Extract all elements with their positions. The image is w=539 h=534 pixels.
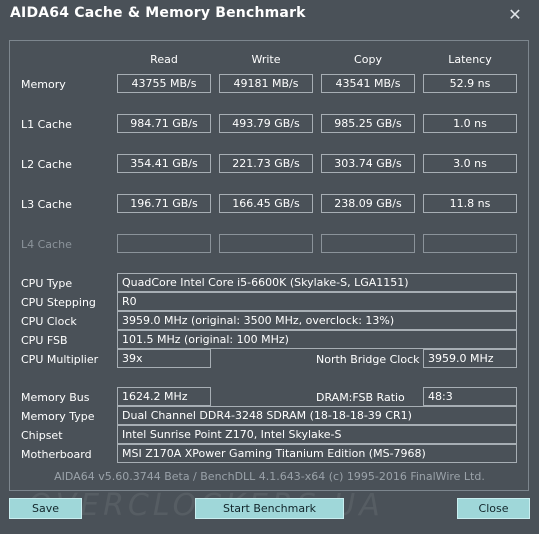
memory-type-label: Memory Type	[21, 410, 95, 423]
column-header-read: Read	[150, 53, 178, 66]
column-header-latency: Latency	[448, 53, 492, 66]
l2-latency-value: 3.0 ns	[423, 154, 517, 173]
l2-copy-value: 303.74 GB/s	[321, 154, 415, 173]
l4-copy-value	[321, 234, 415, 253]
close-icon[interactable]: ✕	[504, 4, 526, 26]
memory-copy-value: 43541 MB/s	[321, 74, 415, 93]
chipset-label: Chipset	[21, 429, 63, 442]
row-label-l3-cache: L3 Cache	[21, 198, 72, 211]
save-button[interactable]: Save	[9, 498, 82, 519]
l1-latency-value: 1.0 ns	[423, 114, 517, 133]
cpu-type-value: QuadCore Intel Core i5-6600K (Skylake-S,…	[117, 273, 517, 292]
cpu-clock-value: 3959.0 MHz (original: 3500 MHz, overcloc…	[117, 311, 517, 330]
memory-write-value: 49181 MB/s	[219, 74, 313, 93]
north-bridge-clock-label: North Bridge Clock	[316, 353, 420, 366]
start-benchmark-button[interactable]: Start Benchmark	[195, 498, 344, 519]
l2-read-value: 354.41 GB/s	[117, 154, 211, 173]
cpu-clock-label: CPU Clock	[21, 315, 77, 328]
memory-bus-label: Memory Bus	[21, 391, 90, 404]
dram-fsb-ratio-label: DRAM:FSB Ratio	[316, 391, 405, 404]
l3-copy-value: 238.09 GB/s	[321, 194, 415, 213]
memory-read-value: 43755 MB/s	[117, 74, 211, 93]
window-title: AIDA64 Cache & Memory Benchmark	[10, 5, 306, 21]
l4-read-value	[117, 234, 211, 253]
memory-type-value: Dual Channel DDR4-3248 SDRAM (18-18-18-3…	[117, 406, 517, 425]
cpu-stepping-label: CPU Stepping	[21, 296, 96, 309]
title-bar: AIDA64 Cache & Memory Benchmark ✕	[0, 0, 539, 32]
l1-write-value: 493.79 GB/s	[219, 114, 313, 133]
cpu-type-label: CPU Type	[21, 277, 73, 290]
motherboard-label: Motherboard	[21, 448, 92, 461]
l1-copy-value: 985.25 GB/s	[321, 114, 415, 133]
cpu-fsb-label: CPU FSB	[21, 334, 68, 347]
l3-write-value: 166.45 GB/s	[219, 194, 313, 213]
version-copyright: AIDA64 v5.60.3744 Beta / BenchDLL 4.1.64…	[54, 470, 485, 483]
chipset-value: Intel Sunrise Point Z170, Intel Skylake-…	[117, 425, 517, 444]
l3-latency-value: 11.8 ns	[423, 194, 517, 213]
row-label-l1-cache: L1 Cache	[21, 118, 72, 131]
l2-write-value: 221.73 GB/s	[219, 154, 313, 173]
motherboard-value: MSI Z170A XPower Gaming Titanium Edition…	[117, 444, 517, 463]
memory-latency-value: 52.9 ns	[423, 74, 517, 93]
column-header-write: Write	[251, 53, 281, 66]
cpu-fsb-value: 101.5 MHz (original: 100 MHz)	[117, 330, 517, 349]
close-button[interactable]: Close	[457, 498, 530, 519]
l4-latency-value	[423, 234, 517, 253]
memory-bus-value: 1624.2 MHz	[117, 387, 211, 406]
cpu-multiplier-value: 39x	[117, 349, 211, 368]
row-label-memory: Memory	[21, 78, 66, 91]
l1-read-value: 984.71 GB/s	[117, 114, 211, 133]
cpu-multiplier-label: CPU Multiplier	[21, 353, 99, 366]
dram-fsb-ratio-value: 48:3	[423, 387, 517, 406]
north-bridge-clock-value: 3959.0 MHz	[423, 349, 517, 368]
l4-write-value	[219, 234, 313, 253]
l3-read-value: 196.71 GB/s	[117, 194, 211, 213]
row-label-l2-cache: L2 Cache	[21, 158, 72, 171]
column-header-copy: Copy	[354, 53, 382, 66]
cpu-stepping-value: R0	[117, 292, 517, 311]
row-label-l4-cache: L4 Cache	[21, 238, 72, 251]
